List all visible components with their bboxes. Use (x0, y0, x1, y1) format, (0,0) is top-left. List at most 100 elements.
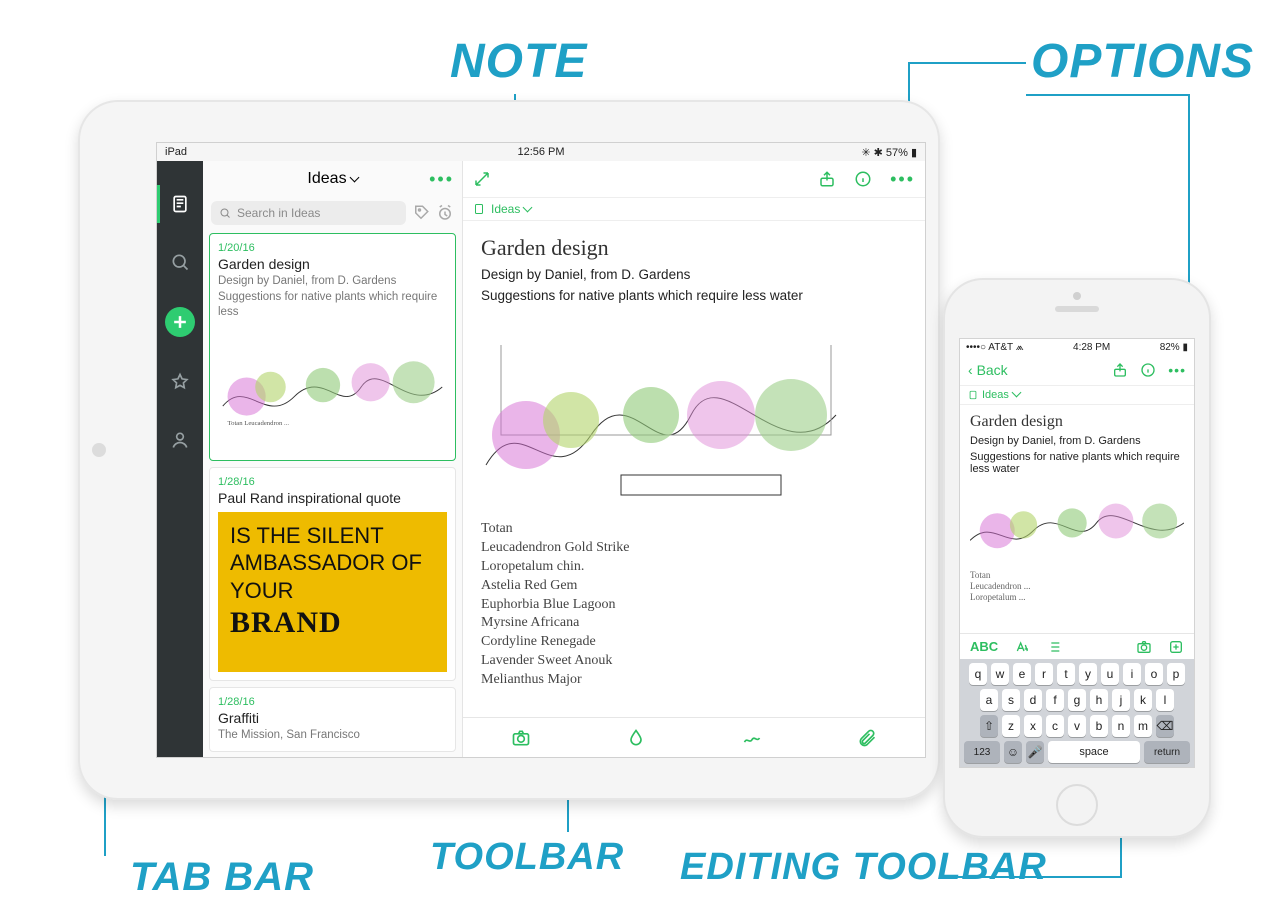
note-date: 1/28/16 (218, 696, 447, 708)
keyboard-key[interactable]: l (1156, 689, 1174, 711)
note-list-column: Ideas ••• Search in Ideas 1/20/16 Garde (203, 161, 463, 757)
tab-starred[interactable] (167, 369, 193, 395)
annotation-tab-bar: TAB BAR (130, 855, 314, 900)
tab-account[interactable] (167, 427, 193, 453)
list-item[interactable]: 1/28/16 Graffiti The Mission, San Franci… (209, 687, 456, 753)
iphone-screen: ••••○ AT&T ⩕ 4:28 PM 82% ▮ ‹ Back ••• Id… (959, 338, 1195, 768)
keyboard-key[interactable]: k (1134, 689, 1152, 711)
keyboard-key[interactable]: q (969, 663, 987, 685)
handwriting-list: Totan Leucadendron Gold Strike Loropetal… (481, 520, 907, 690)
list-item[interactable]: 1/28/16 Paul Rand inspirational quote IS… (209, 467, 456, 681)
note-pane: ••• Ideas Garden design Design by Daniel… (463, 161, 925, 757)
text-format-icon[interactable] (1014, 639, 1030, 655)
note-date: 1/20/16 (218, 242, 447, 254)
notebook-title: Ideas (307, 170, 357, 188)
keyboard-key[interactable]: c (1046, 715, 1064, 737)
keyboard-key[interactable]: f (1046, 689, 1064, 711)
back-button[interactable]: ‹ Back (968, 362, 1008, 378)
keyboard-key[interactable]: i (1123, 663, 1141, 685)
keyboard-space-key[interactable]: space (1048, 741, 1140, 763)
keyboard-key[interactable]: u (1101, 663, 1119, 685)
keyboard-key[interactable]: v (1068, 715, 1086, 737)
note-body[interactable]: Garden design Design by Daniel, from D. … (960, 405, 1194, 633)
annotation-toolbar: TOOLBAR (430, 836, 624, 879)
more-options-button[interactable]: ••• (1168, 362, 1186, 378)
keyboard-key[interactable]: t (1057, 663, 1075, 685)
share-icon[interactable] (1112, 362, 1128, 378)
list-item[interactable]: 1/20/16 Garden design Design by Daniel, … (209, 233, 456, 461)
quote-thumbnail: IS THE SILENT AMBASSADOR OF YOUR BRAND (218, 512, 447, 672)
keyboard-backspace-key[interactable]: ⌫ (1156, 715, 1174, 737)
editing-toolbar: ABC (960, 633, 1194, 659)
search-icon (170, 252, 190, 272)
notebook-icon (473, 203, 485, 215)
keyboard-return-key[interactable]: return (1144, 741, 1190, 763)
search-input[interactable]: Search in Ideas (211, 201, 406, 225)
keyboard-key[interactable]: m (1134, 715, 1152, 737)
handwriting-list: TotanLeucadendron ...Loropetalum ... (970, 570, 1184, 602)
info-icon[interactable] (854, 170, 872, 188)
emoji-icon[interactable]: ☺ (1004, 741, 1022, 763)
list-header[interactable]: Ideas ••• (203, 161, 462, 197)
doodle-icon[interactable] (742, 728, 762, 748)
keyboard-key[interactable]: j (1112, 689, 1130, 711)
ipad-status-bar: iPad 12:56 PM ✳︎ ✱ 57% ▮ (157, 143, 925, 161)
status-battery: ✳︎ ✱ 57% ▮ (861, 146, 917, 159)
search-icon (219, 207, 231, 219)
onscreen-keyboard[interactable]: qwertyuiop asdfghjkl ⇧zxcvbnm⌫ 123 ☺ 🎤 s… (960, 659, 1194, 767)
keyboard-key[interactable]: x (1024, 715, 1042, 737)
keyboard-key[interactable]: a (980, 689, 998, 711)
note-toolbar: ••• (463, 161, 925, 197)
notebook-icon (968, 390, 978, 400)
info-icon[interactable] (1140, 362, 1156, 378)
annotation-options: OPTIONS (1031, 34, 1254, 89)
list-icon[interactable] (1046, 639, 1062, 655)
mic-icon[interactable]: 🎤 (1026, 741, 1044, 763)
ipad-home-button[interactable] (92, 443, 106, 457)
keyboard-key[interactable]: r (1035, 663, 1053, 685)
iphone-home-button[interactable] (1056, 784, 1098, 826)
keyboard-key[interactable]: o (1145, 663, 1163, 685)
more-options-button[interactable]: ••• (890, 169, 915, 190)
keyboard-shift-key[interactable]: ⇧ (980, 715, 998, 737)
tab-search[interactable] (167, 249, 193, 275)
note-body[interactable]: Garden design Design by Daniel, from D. … (463, 221, 925, 717)
keyboard-numbers-key[interactable]: 123 (964, 741, 1000, 763)
tab-add[interactable] (165, 307, 195, 337)
note-breadcrumb[interactable]: Ideas (960, 385, 1194, 405)
tab-notes[interactable] (167, 191, 193, 217)
note-title: Garden design (970, 413, 1184, 431)
attachment-icon[interactable] (857, 728, 877, 748)
keyboard-key[interactable]: d (1024, 689, 1042, 711)
reminder-icon[interactable] (436, 204, 454, 222)
note-list[interactable]: 1/20/16 Garden design Design by Daniel, … (203, 229, 462, 757)
keyboard-key[interactable]: s (1002, 689, 1020, 711)
camera-icon[interactable] (1136, 639, 1152, 655)
annotation-editing-toolbar: EDITING TOOLBAR (680, 846, 1047, 889)
keyboard-key[interactable]: z (1002, 715, 1020, 737)
keyboard-label[interactable]: ABC (970, 639, 998, 654)
ink-icon[interactable] (626, 728, 646, 748)
list-more-button[interactable]: ••• (429, 169, 454, 190)
ipad-screen: iPad 12:56 PM ✳︎ ✱ 57% ▮ (156, 142, 926, 758)
keyboard-key[interactable]: b (1090, 715, 1108, 737)
keyboard-key[interactable]: n (1112, 715, 1130, 737)
note-snippet: The Mission, San Francisco (218, 728, 447, 744)
camera-icon[interactable] (511, 728, 531, 748)
annotation-note: NOTE (450, 34, 587, 89)
note-title: Graffiti (218, 710, 447, 726)
keyboard-key[interactable]: y (1079, 663, 1097, 685)
search-placeholder: Search in Ideas (237, 206, 320, 220)
expand-icon[interactable] (473, 170, 491, 188)
keyboard-row: 123 ☺ 🎤 space return (960, 737, 1194, 767)
share-icon[interactable] (818, 170, 836, 188)
keyboard-key[interactable]: p (1167, 663, 1185, 685)
keyboard-key[interactable]: g (1068, 689, 1086, 711)
add-icon[interactable] (1168, 639, 1184, 655)
note-line: Design by Daniel, from D. Gardens (481, 267, 907, 282)
keyboard-key[interactable]: h (1090, 689, 1108, 711)
keyboard-key[interactable]: w (991, 663, 1009, 685)
keyboard-key[interactable]: e (1013, 663, 1031, 685)
note-breadcrumb[interactable]: Ideas (463, 197, 925, 221)
tag-icon[interactable] (412, 204, 430, 222)
